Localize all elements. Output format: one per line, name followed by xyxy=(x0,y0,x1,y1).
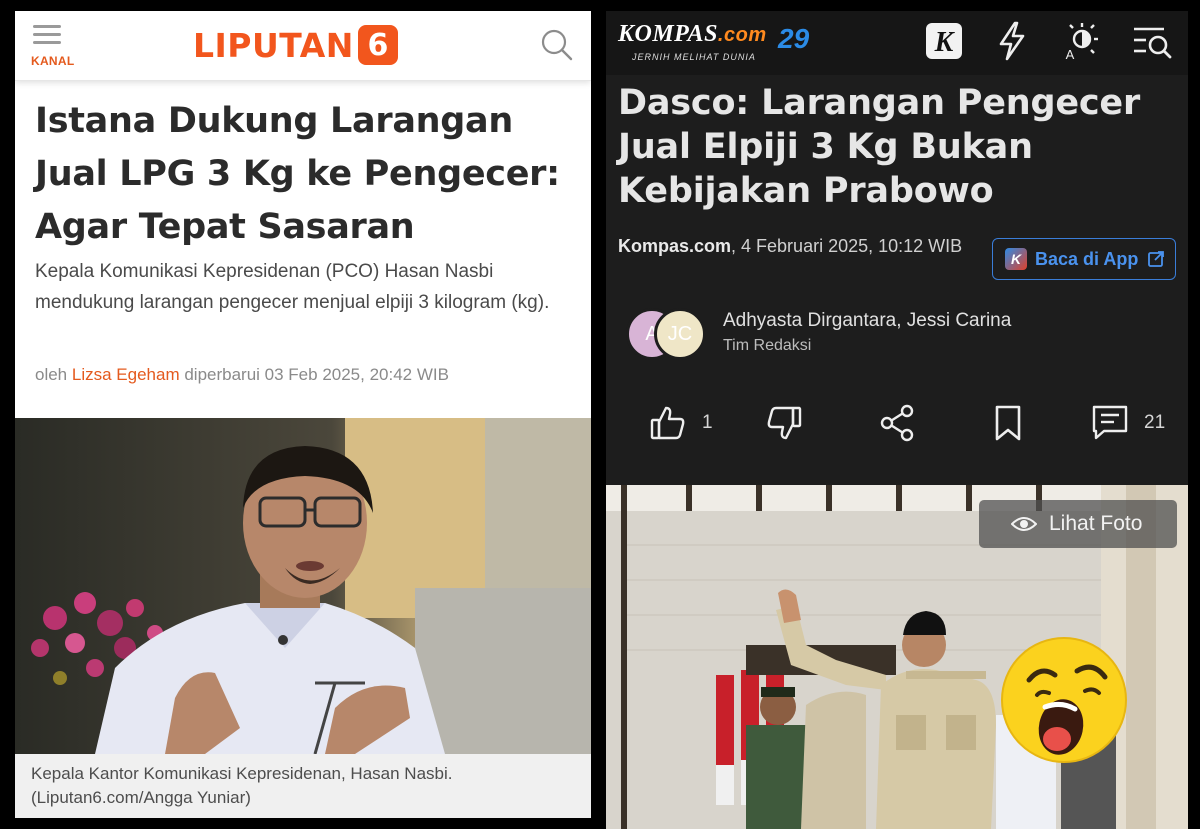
byline: oleh Lizsa Egeham diperbarui 03 Feb 2025… xyxy=(35,365,449,385)
logo-tagline: JERNIH MELIHAT DUNIA xyxy=(632,52,756,62)
read-in-app-label: Baca di App xyxy=(1035,248,1139,269)
kompas-k-button[interactable]: K xyxy=(922,19,966,63)
thumbs-up-icon xyxy=(650,406,685,440)
kanal-label: KANAL xyxy=(31,54,75,68)
kompas-k-icon: K xyxy=(926,23,962,59)
article-photo[interactable] xyxy=(15,418,591,754)
photo-caption: Kepala Kantor Komunikasi Kepresidenan, H… xyxy=(15,754,591,818)
svg-text:K: K xyxy=(934,27,956,58)
external-link-icon xyxy=(1148,251,1164,267)
logo-text: KOMPAS xyxy=(618,21,718,47)
share-icon xyxy=(880,404,914,442)
like-count: 1 xyxy=(702,412,713,433)
app-logo-icon: K xyxy=(1005,248,1027,270)
search-icon xyxy=(541,29,573,61)
flash-news-button[interactable] xyxy=(990,19,1034,63)
menu-search-button[interactable] xyxy=(1130,19,1174,63)
kompas-panel: KOMPAS.com JERNIH MELIHAT DUNIA 29 K A D… xyxy=(606,11,1188,829)
avatar: JC xyxy=(654,308,706,360)
updated-date: diperbarui 03 Feb 2025, 20:42 WIB xyxy=(184,365,449,384)
search-menu-icon xyxy=(1134,27,1172,59)
hamburger-bar xyxy=(33,33,61,36)
view-photo-label: Lihat Foto xyxy=(1049,512,1143,535)
logo-domain: .com xyxy=(717,24,767,46)
anniversary-badge: 29 xyxy=(778,23,810,54)
kompas-logo[interactable]: KOMPAS.com JERNIH MELIHAT DUNIA 29 xyxy=(618,21,818,69)
author-link[interactable]: Lizsa Egeham xyxy=(72,365,180,384)
author-names[interactable]: Adhyasta Dirgantara, Jessi Carina xyxy=(723,310,1011,332)
logo-number: 6 xyxy=(357,25,398,65)
source-name: Kompas.com xyxy=(618,236,732,256)
bookmark-button[interactable] xyxy=(988,401,1028,445)
liputan6-header: KANAL LIPUTAN 6 xyxy=(15,11,591,81)
liputan6-panel: KANAL LIPUTAN 6 Istana Dukung Larangan J… xyxy=(15,11,591,818)
display-mode-button[interactable]: A xyxy=(1058,19,1102,63)
hamburger-icon xyxy=(33,25,61,28)
author-avatars[interactable]: A JC xyxy=(626,308,716,362)
article-summary: Kepala Komunikasi Kepresidenan (PCO) Has… xyxy=(35,261,550,313)
bookmark-icon xyxy=(995,405,1021,441)
byline-prefix: oleh xyxy=(35,365,68,384)
logo-word: KOMPAS.com xyxy=(618,21,767,48)
hamburger-bar xyxy=(33,41,61,44)
read-in-app-button[interactable]: K Baca di App xyxy=(992,238,1176,280)
eye-icon xyxy=(1011,517,1037,531)
kanal-menu-button[interactable]: KANAL xyxy=(31,25,74,69)
comment-button[interactable]: 21 xyxy=(1090,401,1165,445)
liputan6-logo[interactable]: LIPUTAN 6 xyxy=(193,23,398,67)
like-button[interactable]: 1 xyxy=(648,401,713,445)
article-title: Dasco: Larangan Pengecer Jual Elpiji 3 K… xyxy=(618,83,1141,211)
author-team: Tim Redaksi xyxy=(723,337,812,354)
thumbs-down-icon xyxy=(767,406,802,440)
view-photo-button[interactable]: Lihat Foto xyxy=(979,500,1177,548)
comment-count: 21 xyxy=(1144,412,1166,433)
lightning-icon xyxy=(999,21,1025,61)
article-title: Istana Dukung Larangan Jual LPG 3 Kg ke … xyxy=(35,101,560,247)
kompas-header: KOMPAS.com JERNIH MELIHAT DUNIA 29 K A xyxy=(606,11,1188,75)
share-button[interactable] xyxy=(878,401,918,445)
dislike-button[interactable] xyxy=(764,401,804,445)
svg-text:A: A xyxy=(1066,47,1075,62)
logo-text: LIPUTAN xyxy=(193,25,354,65)
photo-illustration xyxy=(15,418,591,754)
search-button[interactable] xyxy=(540,28,574,62)
article-source-date: Kompas.com, 4 Februari 2025, 10:12 WIB xyxy=(618,233,978,260)
comment-icon xyxy=(1092,405,1128,440)
publish-date: , 4 Februari 2025, 10:12 WIB xyxy=(731,236,963,256)
brightness-icon: A xyxy=(1066,23,1098,62)
shocked-emoji-icon xyxy=(1001,637,1127,763)
